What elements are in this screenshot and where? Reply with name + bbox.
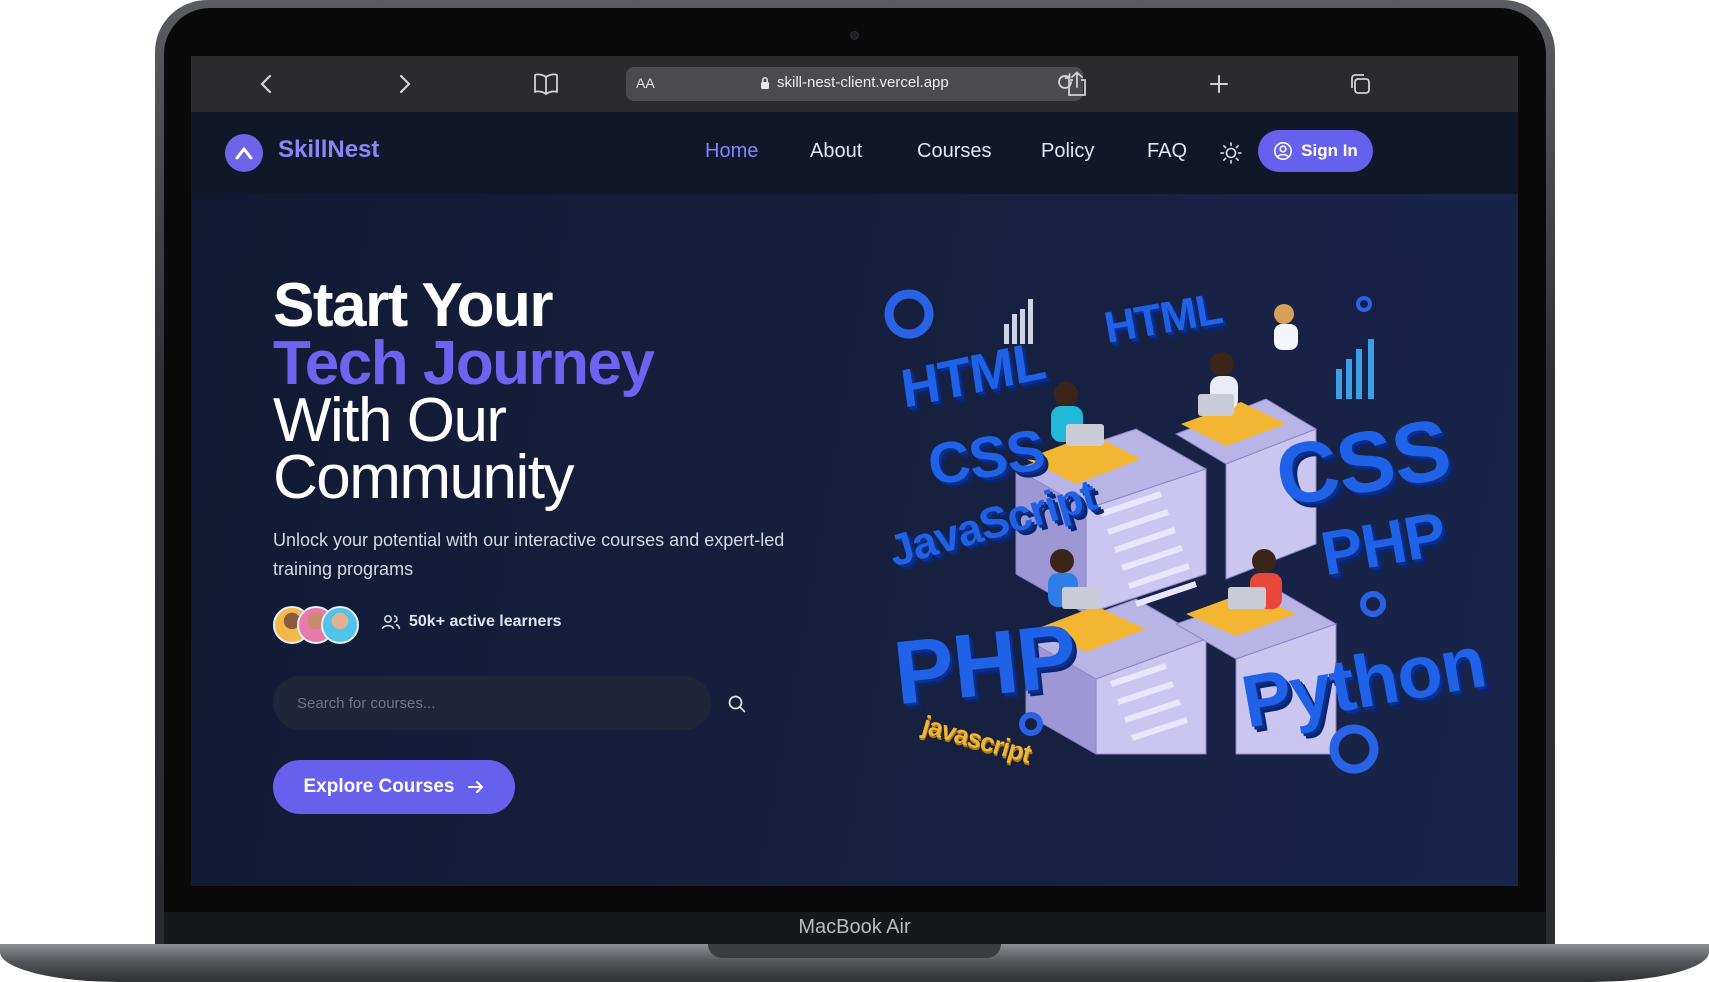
- nav-about[interactable]: About: [810, 140, 862, 163]
- sun-icon[interactable]: [1218, 140, 1244, 166]
- tech-label-php: PHP: [889, 605, 1081, 725]
- nav-policy[interactable]: Policy: [1041, 140, 1094, 163]
- laptop-notch: [708, 944, 1001, 958]
- learner-avatars: [273, 606, 363, 644]
- users-icon: [381, 615, 401, 630]
- device-mockup: AA skill-nest-client.vercel.app SkillNes…: [0, 0, 1709, 982]
- new-tab-icon[interactable]: [1201, 66, 1237, 102]
- brand-name[interactable]: SkillNest: [278, 136, 379, 164]
- nav-courses[interactable]: Courses: [917, 140, 991, 163]
- arrow-right-icon: [467, 781, 483, 793]
- hero-title-line-4: Community: [273, 443, 575, 512]
- site-header: SkillNest Home About Courses Policy FAQ …: [191, 112, 1518, 194]
- search-icon[interactable]: [727, 694, 747, 714]
- active-learners: 50k+ active learners: [381, 613, 562, 631]
- device-label: MacBook Air: [798, 916, 911, 938]
- course-search-input[interactable]: [273, 676, 711, 730]
- back-icon[interactable]: [248, 66, 284, 102]
- explore-courses-button[interactable]: Explore Courses: [273, 760, 515, 814]
- url-text: skill-nest-client.vercel.app: [777, 74, 949, 91]
- user-circle-icon: [1274, 142, 1293, 160]
- hero-illustration: HTML HTML CSS CSS JavaScript PHP PHP Pyt…: [876, 284, 1491, 784]
- camera-icon: [850, 31, 859, 40]
- hero-subtitle: Unlock your potential with our interacti…: [273, 530, 785, 579]
- lock-icon: [761, 77, 769, 89]
- browser-screen: AA skill-nest-client.vercel.app SkillNes…: [191, 56, 1518, 886]
- learners-count: 50k+ active learners: [409, 613, 562, 630]
- sign-in-label: Sign In: [1301, 141, 1358, 160]
- explore-courses-label: Explore Courses: [303, 776, 455, 797]
- text-size-button[interactable]: AA: [636, 75, 655, 91]
- nav-home[interactable]: Home: [705, 140, 758, 163]
- bookmarks-icon[interactable]: [528, 66, 564, 102]
- address-bar[interactable]: AA skill-nest-client.vercel.app: [626, 67, 1083, 101]
- share-icon[interactable]: [1059, 66, 1095, 102]
- tabs-overview-icon[interactable]: [1342, 66, 1378, 102]
- hero-section: Start Your Tech Journey With Our Communi…: [191, 194, 1518, 886]
- nav-faq[interactable]: FAQ: [1147, 140, 1187, 163]
- avatar: [321, 606, 359, 644]
- forward-icon[interactable]: [387, 66, 423, 102]
- browser-toolbar: AA skill-nest-client.vercel.app: [191, 56, 1518, 112]
- sign-in-button[interactable]: Sign In: [1258, 130, 1373, 172]
- logo-icon[interactable]: [225, 134, 263, 172]
